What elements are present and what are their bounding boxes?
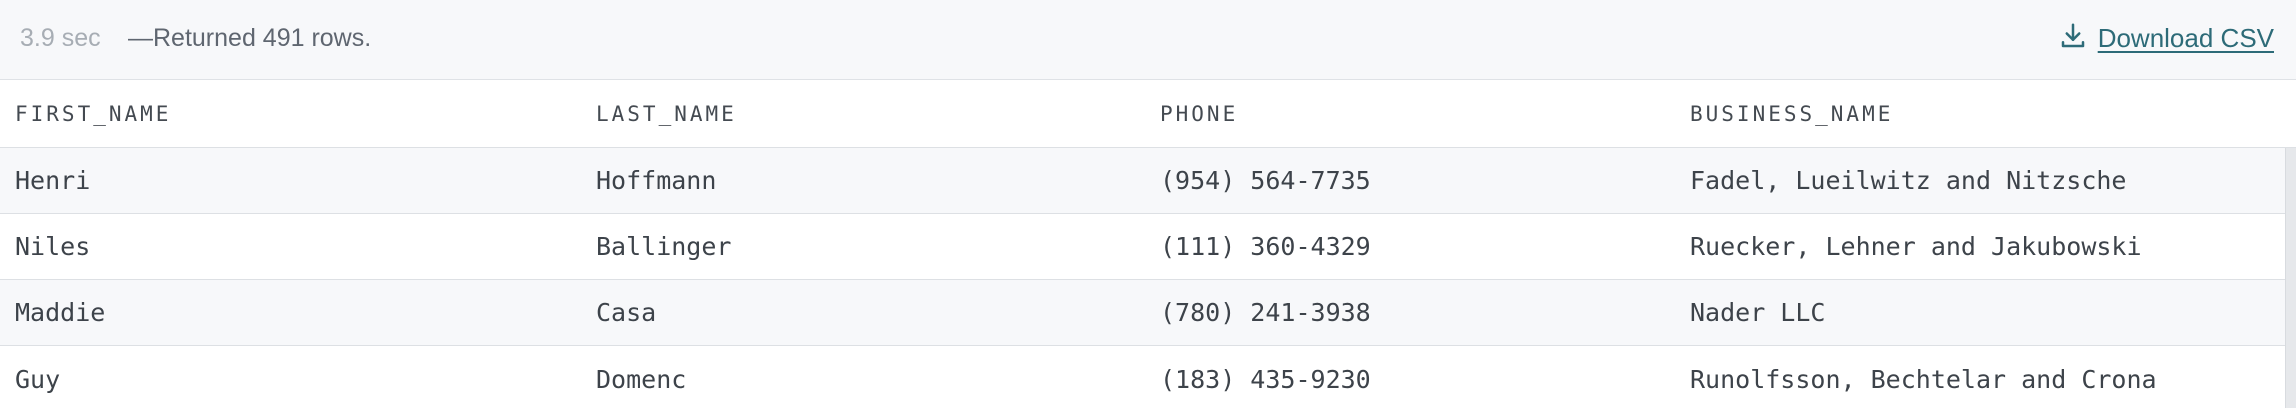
results-table: FIRST_NAME LAST_NAME PHONE BUSINESS_NAME… — [0, 80, 2296, 408]
query-duration: 3.9 sec — [20, 24, 101, 52]
table-row: Guy Domenc (183) 435-9230 Runolfsson, Be… — [0, 346, 2296, 408]
cell-phone: (183) 435-9230 — [1160, 364, 1371, 394]
table-header-row: FIRST_NAME LAST_NAME PHONE BUSINESS_NAME — [0, 80, 2296, 148]
vertical-scrollbar[interactable] — [2285, 148, 2296, 408]
cell-business-name: Ruecker, Lehner and Jakubowski — [1690, 232, 2142, 261]
cell-phone: (780) 241-3938 — [1160, 298, 1371, 327]
download-icon — [2058, 21, 2088, 56]
column-header-last-name[interactable]: LAST_NAME — [596, 80, 737, 147]
rows-returned-text: —Returned 491 rows. — [128, 24, 372, 52]
results-toolbar: 3.9 sec —Returned 491 rows. Download CSV — [0, 0, 2296, 80]
table-row: Henri Hoffmann (954) 564-7735 Fadel, Lue… — [0, 148, 2296, 214]
download-csv-label[interactable]: Download CSV — [2098, 23, 2274, 54]
cell-first-name: Henri — [15, 166, 91, 195]
cell-phone: (111) 360-4329 — [1160, 232, 1371, 261]
column-header-first-name[interactable]: FIRST_NAME — [15, 80, 171, 147]
cell-last-name: Hoffmann — [596, 166, 717, 195]
column-header-business-name[interactable]: BUSINESS_NAME — [1690, 80, 1893, 147]
table-row: Niles Ballinger (111) 360-4329 Ruecker, … — [0, 214, 2296, 280]
column-header-phone[interactable]: PHONE — [1160, 80, 1238, 147]
cell-business-name: Fadel, Lueilwitz and Nitzsche — [1690, 166, 2127, 195]
cell-last-name: Ballinger — [596, 232, 732, 261]
table-row: Maddie Casa (780) 241-3938 Nader LLC — [0, 280, 2296, 346]
cell-last-name: Casa — [596, 298, 657, 327]
cell-first-name: Maddie — [15, 298, 106, 327]
cell-last-name: Domenc — [596, 364, 687, 394]
cell-first-name: Guy — [15, 364, 61, 394]
cell-first-name: Niles — [15, 232, 91, 261]
download-csv-button[interactable]: Download CSV — [2058, 21, 2274, 56]
cell-business-name: Nader LLC — [1690, 298, 1826, 327]
cell-business-name: Runolfsson, Bechtelar and Crona — [1690, 364, 2157, 394]
cell-phone: (954) 564-7735 — [1160, 166, 1371, 195]
